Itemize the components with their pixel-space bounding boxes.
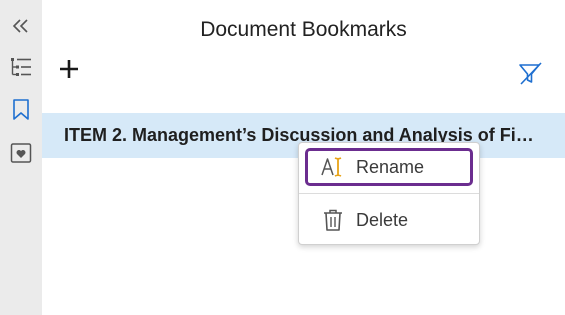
delete-menu-item[interactable]: Delete: [305, 201, 473, 239]
bookmark-icon: [12, 99, 30, 121]
outline-tree-icon: [10, 56, 32, 78]
plus-icon: [59, 59, 79, 84]
panel-title: Document Bookmarks: [200, 18, 407, 41]
menu-divider: [299, 193, 479, 194]
outline-button[interactable]: [0, 50, 42, 84]
left-tool-rail: [0, 0, 42, 315]
add-bookmark-button[interactable]: [56, 58, 82, 84]
context-menu: Rename Delete: [298, 142, 480, 245]
trash-icon: [321, 209, 345, 231]
double-chevron-left-icon: [12, 18, 30, 34]
rename-menu-item[interactable]: Rename: [305, 148, 473, 186]
collapse-panel-button[interactable]: [0, 9, 42, 43]
rename-text-cursor-icon: [321, 156, 345, 178]
rename-label: Rename: [356, 156, 425, 177]
favorites-button[interactable]: [0, 136, 42, 170]
delete-label: Delete: [356, 209, 409, 230]
favorite-card-icon: [10, 142, 32, 164]
filter-off-icon: [517, 61, 543, 92]
bookmarks-app: Document Bookmarks ITEM 2. Management’s …: [0, 0, 565, 315]
bookmarks-button[interactable]: [0, 93, 42, 127]
filter-button[interactable]: [516, 61, 544, 92]
